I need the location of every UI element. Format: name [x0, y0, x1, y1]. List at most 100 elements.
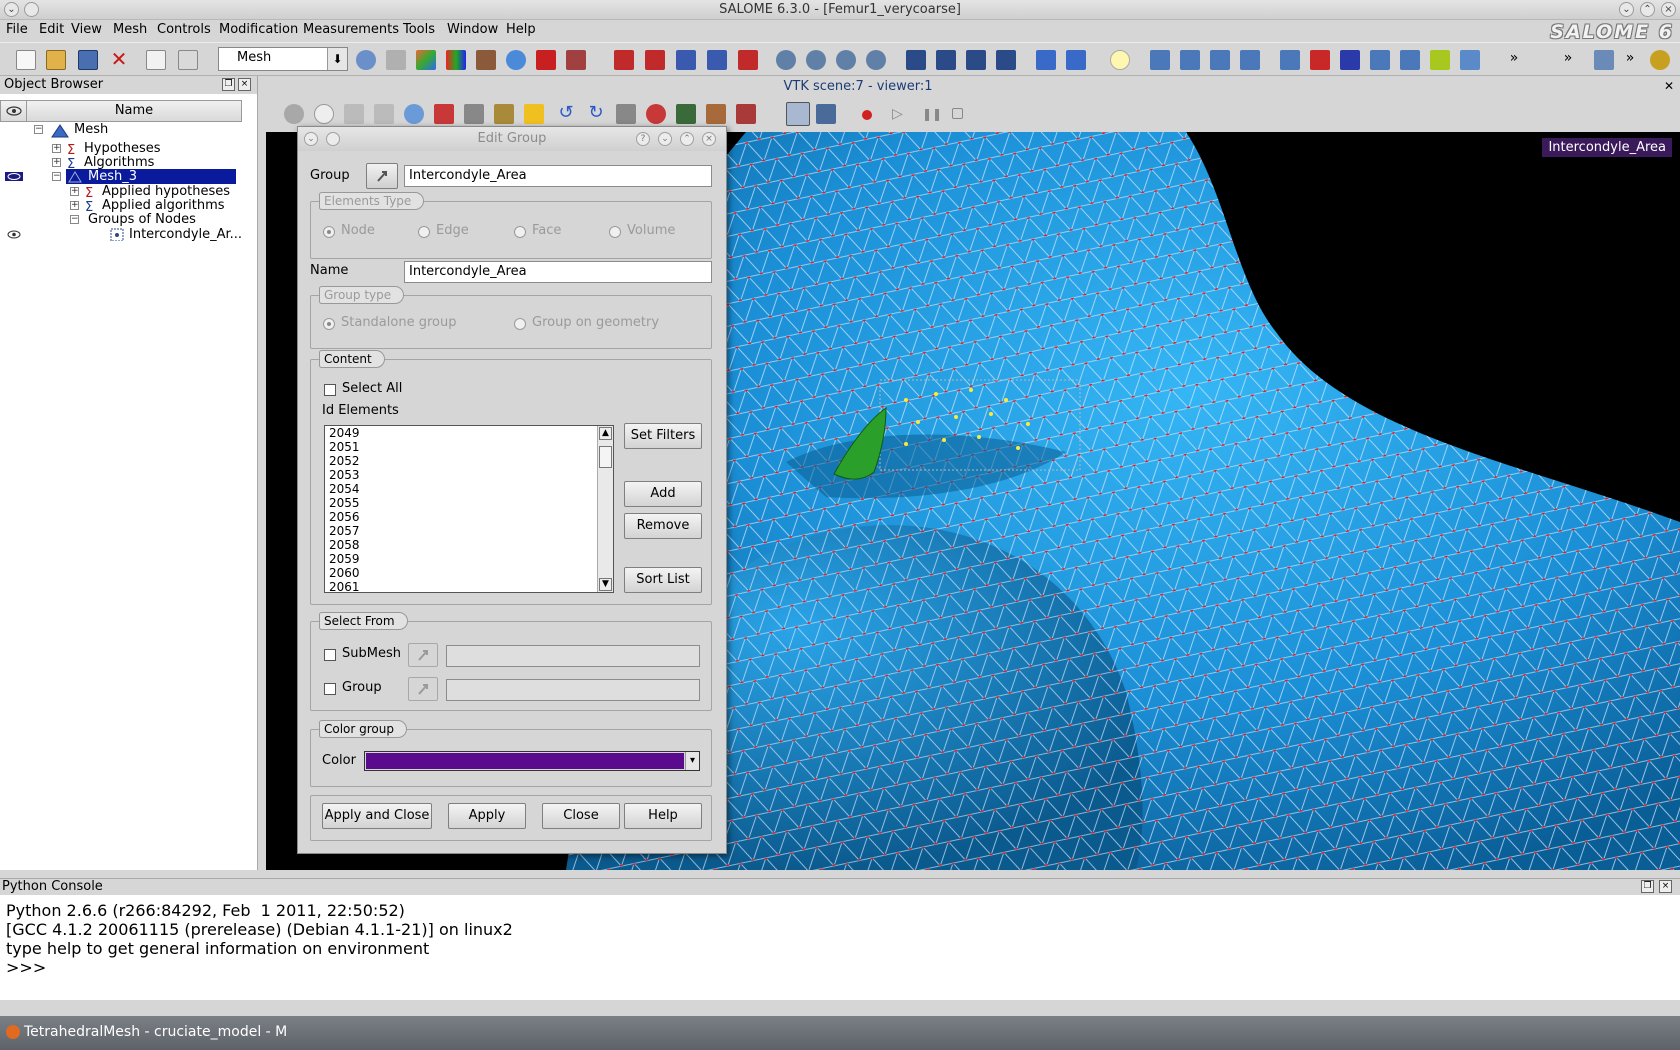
fit-all-icon[interactable]	[524, 104, 544, 124]
taskbar-item[interactable]: TetrahedralMesh - cruciate_model - M	[24, 1024, 287, 1040]
select-all-checkbox[interactable]	[324, 384, 336, 396]
apply-and-close-button[interactable]: Apply and Close	[322, 803, 432, 829]
remove-button[interactable]: Remove	[624, 513, 702, 539]
menu-window[interactable]: Window	[447, 22, 498, 37]
geometry-module-icon[interactable]	[386, 50, 406, 70]
node-radio[interactable]	[323, 226, 335, 238]
more-tools-2-icon[interactable]: »	[1558, 50, 1578, 70]
add-element-icon[interactable]	[1460, 50, 1480, 70]
group-select-button[interactable]	[366, 163, 398, 189]
triangle-icon[interactable]	[1180, 50, 1200, 70]
yacs-icon[interactable]	[536, 50, 556, 70]
help-button[interactable]: Help	[624, 803, 702, 829]
memorize-view-icon[interactable]	[646, 104, 666, 124]
eye-icon[interactable]	[6, 230, 22, 239]
dialog-minimize-icon[interactable]: ⌄	[658, 132, 672, 146]
post-pro-icon[interactable]	[416, 50, 436, 70]
paravis-icon[interactable]	[566, 50, 586, 70]
axes-icon[interactable]	[344, 104, 364, 124]
menu-controls[interactable]: Controls	[157, 22, 211, 37]
new-document-icon[interactable]	[16, 50, 36, 70]
close-window-icon[interactable]: ×	[1661, 2, 1676, 17]
edge-radio[interactable]	[418, 226, 430, 238]
hexa-icon[interactable]	[1310, 50, 1330, 70]
add-button[interactable]: Add	[624, 481, 702, 507]
dialog-menu-icon[interactable]: ⌄	[304, 132, 318, 146]
list-item[interactable]: 2060	[325, 566, 613, 580]
list-item[interactable]: 2049	[325, 426, 613, 440]
minimize-icon[interactable]: ⌄	[1619, 2, 1634, 17]
scaling-icon[interactable]	[706, 104, 726, 124]
perspective-icon[interactable]	[816, 104, 836, 124]
create-mesh-icon[interactable]	[614, 50, 634, 70]
list-item[interactable]: 2059	[325, 552, 613, 566]
apply-button[interactable]: Apply	[448, 803, 526, 829]
group-checkbox[interactable]	[324, 683, 336, 695]
zoom-icon[interactable]	[404, 104, 424, 124]
set-filters-button[interactable]: Set Filters	[624, 423, 702, 449]
node-icon[interactable]	[1110, 50, 1130, 70]
face-radio[interactable]	[514, 226, 526, 238]
global-pan-icon[interactable]	[464, 104, 484, 124]
record-icon[interactable]	[862, 110, 872, 120]
python-icon[interactable]	[1650, 50, 1670, 70]
menu-measurements[interactable]: Measurements	[303, 22, 399, 37]
play-icon[interactable]: ▷	[892, 107, 912, 127]
list-item[interactable]: 2061	[325, 580, 613, 592]
mesh-order-icon[interactable]	[866, 50, 886, 70]
polyhedron-icon[interactable]	[1400, 50, 1420, 70]
submesh-select-button[interactable]	[408, 643, 438, 667]
eye-icon[interactable]	[5, 172, 23, 181]
firefox-icon[interactable]	[6, 1025, 20, 1039]
stop-icon[interactable]	[952, 108, 963, 119]
preview-icon[interactable]	[806, 50, 826, 70]
edge-icon[interactable]	[1150, 50, 1170, 70]
group-on-geometry-radio[interactable]	[514, 318, 526, 330]
evaluate-icon[interactable]	[836, 50, 856, 70]
create-submesh-icon[interactable]	[645, 50, 665, 70]
scroll-down-icon[interactable]: ▼	[599, 578, 612, 591]
prism-icon[interactable]	[1340, 50, 1360, 70]
info-icon[interactable]	[1036, 50, 1056, 70]
close-viewer-icon[interactable]: ✕	[1664, 79, 1674, 93]
list-item[interactable]: 2055	[325, 496, 613, 510]
close-button[interactable]: Close	[542, 803, 620, 829]
list-item[interactable]: 2056	[325, 510, 613, 524]
volume-radio[interactable]	[609, 226, 621, 238]
chevron-down-icon[interactable]: ▾	[685, 752, 699, 770]
list-scrollbar[interactable]: ▲ ▼	[597, 426, 613, 592]
copy-icon[interactable]	[146, 50, 166, 70]
standalone-group-radio[interactable]	[323, 318, 335, 330]
create-group-icon[interactable]	[906, 50, 926, 70]
expand-icon[interactable]: +	[52, 158, 61, 167]
submesh-checkbox[interactable]	[324, 649, 336, 661]
pan-icon[interactable]	[434, 104, 454, 124]
trihedron-icon[interactable]	[314, 104, 334, 124]
collapse-icon[interactable]: −	[34, 125, 43, 134]
more-tools-icon[interactable]: »	[1504, 50, 1524, 70]
submesh-field[interactable]	[446, 645, 700, 667]
collapse-icon[interactable]: −	[52, 172, 61, 181]
name-field[interactable]: Intercondyle_Area	[404, 261, 712, 283]
color-picker[interactable]: ▾	[364, 751, 700, 771]
collapse-icon[interactable]: −	[70, 215, 79, 224]
clipping-icon[interactable]	[676, 104, 696, 124]
rotate-ccw-icon[interactable]: ↺	[556, 104, 576, 124]
maximize-icon[interactable]: ⌃	[1640, 2, 1655, 17]
expand-icon[interactable]: +	[70, 201, 79, 210]
group-source-field[interactable]	[446, 679, 700, 701]
close-panel-icon[interactable]: ×	[1659, 880, 1672, 893]
view-tool-icon[interactable]	[1594, 50, 1614, 70]
menu-mesh[interactable]: Mesh	[113, 22, 147, 37]
globe-icon[interactable]	[506, 50, 526, 70]
parallel-projection-icon[interactable]	[786, 102, 810, 126]
edit-mesh-icon[interactable]	[676, 50, 696, 70]
solver-icon[interactable]	[476, 50, 496, 70]
list-item[interactable]: 2052	[325, 454, 613, 468]
more-tools-3-icon[interactable]: »	[1620, 50, 1640, 70]
dialog-close-icon[interactable]: ×	[702, 132, 716, 146]
save-icon[interactable]	[78, 50, 98, 70]
graduated-axes-icon[interactable]	[736, 104, 756, 124]
menu-file[interactable]: File	[6, 22, 28, 37]
expand-icon[interactable]: +	[70, 187, 79, 196]
